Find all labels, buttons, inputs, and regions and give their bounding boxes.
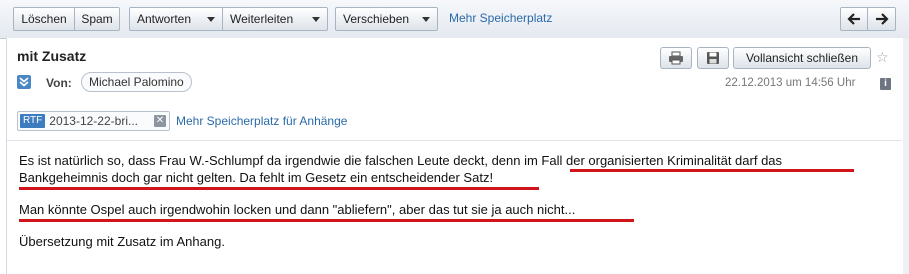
chevron-down-icon (422, 16, 430, 22)
close-icon[interactable]: ✕ (154, 115, 166, 127)
reply-button-label: Antworten (137, 12, 192, 26)
forward-button[interactable]: Weiterleiten (222, 7, 328, 31)
divider (7, 140, 902, 141)
scrollbar[interactable] (903, 38, 909, 274)
rtf-file-icon: RTF (20, 114, 46, 128)
spam-button-label: Spam (81, 12, 113, 26)
sender-chip[interactable]: Michael Palomino (81, 72, 192, 92)
message-date: 22.12.2013 um 14:56 Uhr (725, 77, 856, 89)
chevron-down-icon[interactable] (207, 16, 215, 22)
save-icon (707, 52, 719, 64)
move-button-label: Verschieben (343, 12, 410, 26)
previous-message-button[interactable] (840, 7, 868, 31)
from-label: Von: (46, 76, 72, 90)
info-icon[interactable]: i (880, 78, 891, 90)
spam-button[interactable]: Spam (75, 7, 120, 31)
arrow-left-icon (847, 13, 860, 25)
star-icon[interactable]: ☆ (876, 49, 889, 66)
save-button[interactable] (697, 47, 729, 69)
body-line-3: Man könnte Ospel auch irgendwohin locken… (19, 202, 576, 217)
message-subject: mit Zusatz (17, 48, 87, 64)
move-button[interactable]: Verschieben (335, 7, 438, 31)
print-icon (669, 51, 683, 65)
body-line-1: Es ist natürlich so, dass Frau W.-Schlum… (19, 153, 783, 168)
body-line-4: Übersetzung mit Zusatz im Anhang. (19, 234, 225, 249)
attachment-storage-link[interactable]: Mehr Speicherplatz für Anhänge (176, 114, 347, 128)
next-message-button[interactable] (868, 7, 896, 31)
close-fullview-button[interactable]: Vollansicht schließen (733, 47, 871, 69)
mail-toolbar: Löschen Spam Antworten Weiterleiten Vers… (0, 0, 909, 39)
collapse-header-icon[interactable] (17, 75, 31, 89)
double-chevron-down-icon (19, 77, 29, 87)
attachment-chip[interactable]: RTF 2013-12-22-bri... ✕ (17, 111, 170, 131)
red-underline-annotation (19, 187, 539, 190)
red-underline-annotation (570, 169, 854, 172)
delete-button[interactable]: Löschen (13, 7, 75, 31)
red-underline-annotation (19, 219, 634, 222)
delete-button-label: Löschen (21, 12, 67, 26)
chevron-down-icon[interactable] (312, 16, 320, 22)
more-storage-link[interactable]: Mehr Speicherplatz (449, 11, 552, 25)
attachment-filename: 2013-12-22-bri... (49, 114, 138, 128)
body-line-2: Bankgeheimnis doch gar nicht gelten. Da … (19, 170, 494, 185)
print-button[interactable] (660, 47, 692, 69)
arrow-right-icon (875, 13, 889, 25)
reply-button[interactable]: Antworten (129, 7, 222, 31)
forward-button-label: Weiterleiten (230, 12, 294, 26)
